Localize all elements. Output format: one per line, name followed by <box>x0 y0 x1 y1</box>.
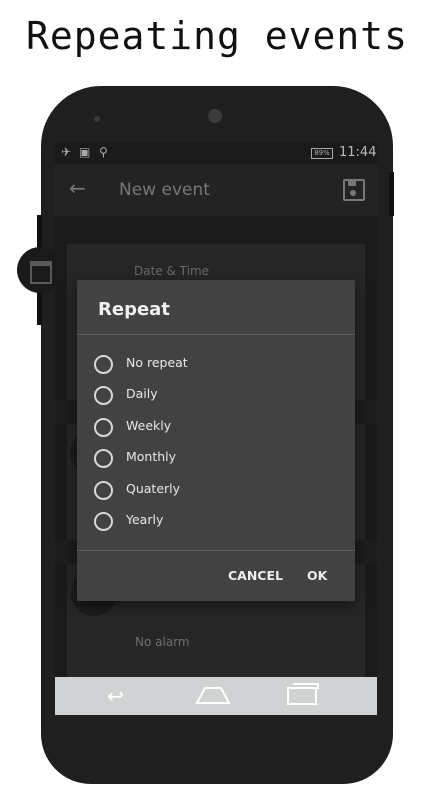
radio-button[interactable] <box>94 481 113 500</box>
radio-button[interactable] <box>94 512 113 531</box>
status-time: 11:44 <box>339 145 377 160</box>
option-no-repeat[interactable]: No repeat <box>94 352 334 378</box>
ok-button[interactable]: OK <box>307 568 327 583</box>
date-time-label: Date & Time <box>134 264 210 278</box>
option-label: No repeat <box>126 355 188 370</box>
dialog-divider <box>77 550 355 551</box>
radio-button[interactable] <box>94 449 113 468</box>
radio-button[interactable] <box>94 418 113 437</box>
dialog-divider <box>77 334 355 335</box>
app-bar: ← New event <box>55 164 377 216</box>
recent-apps-icon[interactable] <box>287 683 319 705</box>
back-nav-icon[interactable]: ↩ <box>107 684 124 708</box>
calendar-icon <box>30 261 52 284</box>
usb-icon: ⚲ <box>99 145 108 159</box>
radio-button[interactable] <box>94 355 113 374</box>
option-weekly[interactable]: Weekly <box>94 415 334 441</box>
app-title: New event <box>119 180 210 200</box>
option-quaterly[interactable]: Quaterly <box>94 478 334 504</box>
arrow-left-icon[interactable]: ← <box>69 176 86 200</box>
option-label: Weekly <box>126 418 172 433</box>
front-camera <box>208 109 222 123</box>
home-nav-icon[interactable] <box>195 685 231 705</box>
repeat-dialog: Repeat No repeat Daily Weekly Monthly Qu… <box>77 280 355 601</box>
sensor-dot <box>94 116 100 122</box>
option-daily[interactable]: Daily <box>94 383 334 409</box>
option-label: Quaterly <box>126 481 181 496</box>
option-yearly[interactable]: Yearly <box>94 509 334 535</box>
option-monthly[interactable]: Monthly <box>94 446 334 472</box>
navigation-bar: ↩ <box>55 677 377 715</box>
status-bar: ✈ ▣ ⚲ 89% 11:44 <box>55 142 377 164</box>
option-label: Daily <box>126 386 158 401</box>
option-label: Yearly <box>126 512 164 527</box>
option-label: Monthly <box>126 449 177 464</box>
airplane-icon: ✈ <box>61 145 72 159</box>
image-icon: ▣ <box>79 145 91 159</box>
dialog-title: Repeat <box>98 299 170 320</box>
floppy-disk-icon[interactable] <box>343 179 365 201</box>
power-button <box>389 172 394 216</box>
cancel-button[interactable]: CANCEL <box>228 568 283 583</box>
alarm-label[interactable]: No alarm <box>135 635 190 649</box>
radio-button[interactable] <box>94 386 113 405</box>
screenshot-caption: Repeating events <box>25 14 409 58</box>
battery-indicator: 89% <box>311 148 333 159</box>
